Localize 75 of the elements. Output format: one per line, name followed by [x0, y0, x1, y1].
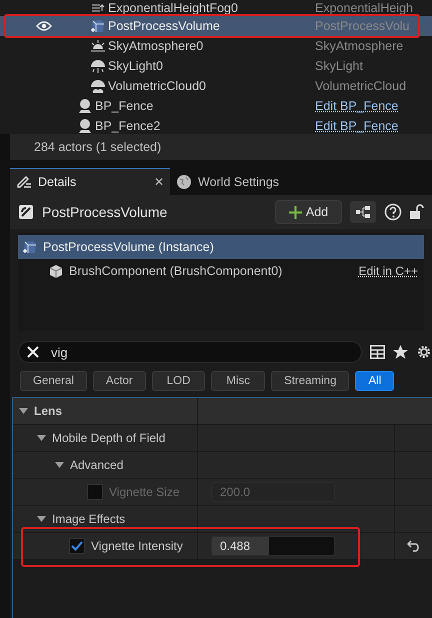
expand-arrow-icon[interactable] — [55, 462, 64, 468]
actor-type: VolumetricCloud — [315, 79, 406, 93]
add-button[interactable]: Add — [275, 200, 342, 224]
table-icon[interactable] — [370, 345, 385, 359]
sun-icon — [90, 38, 106, 54]
actor-type: PostProcessVolu — [315, 19, 410, 33]
globe-icon — [176, 174, 192, 190]
group-label: Mobile Depth of Field — [52, 431, 166, 445]
star-icon[interactable] — [393, 344, 408, 360]
actor-name: SkyAtmosphere0 — [108, 39, 204, 53]
actor-type: SkyLight — [315, 59, 363, 73]
outliner-row[interactable]: SkyLight0 SkyLight — [0, 56, 432, 76]
property-label: Vignette Intensity — [91, 539, 183, 553]
help-icon[interactable] — [384, 203, 402, 221]
actor-icon — [18, 204, 34, 220]
checkbox[interactable] — [69, 538, 85, 554]
filter-button[interactable]: General — [20, 371, 87, 391]
actor-name: SkyLight0 — [108, 59, 164, 73]
actor-type: ExponentialHeigh — [315, 1, 413, 15]
outliner-row[interactable]: PostProcessVolume PostProcessVolu — [0, 16, 432, 36]
settings-icon[interactable] — [416, 344, 432, 360]
group-label: Image Effects — [52, 512, 126, 526]
pencil-icon — [16, 175, 32, 189]
panel-tab[interactable]: Details ✕ — [10, 168, 170, 195]
cube-icon — [90, 18, 106, 34]
outliner-row[interactable]: BP_Fence Edit BP_Fence — [0, 96, 432, 116]
expand-arrow-icon[interactable] — [19, 408, 28, 414]
property-label: Vignette Size — [109, 485, 180, 499]
fog-icon — [91, 4, 105, 12]
hierarchy-icon — [356, 206, 370, 218]
actor-name: VolumetricCloud0 — [108, 79, 207, 93]
actor-name: BP_Fence — [95, 99, 154, 113]
plus-icon — [288, 206, 302, 218]
number-value: 0.488 — [219, 539, 250, 553]
actor-type: SkyAtmosphere — [315, 39, 404, 53]
hierarchy-button[interactable] — [350, 201, 376, 223]
actor-name: ExponentialHeightFog0 — [108, 1, 239, 15]
actor-title: PostProcessVolume — [42, 204, 168, 220]
filter-button[interactable]: Actor — [92, 371, 146, 391]
edit-blueprint-link[interactable]: Edit BP_Fence — [315, 119, 398, 133]
eye-icon[interactable] — [36, 21, 52, 31]
outliner-row[interactable]: BP_Fence2 Edit BP_Fence — [0, 116, 432, 134]
edit-link[interactable]: Edit in C++ — [358, 264, 418, 278]
component-row[interactable]: BrushComponent (BrushComponent0) Edit in C++ — [18, 259, 424, 283]
filter-button[interactable]: LOD — [152, 371, 206, 391]
search-input[interactable]: vig — [49, 344, 249, 360]
unlocked-padlock-icon[interactable] — [410, 204, 424, 220]
group-label: Advanced — [70, 458, 124, 472]
box-icon — [48, 263, 64, 279]
outliner-row[interactable]: SkyAtmosphere0 SkyAtmosphere — [0, 36, 432, 56]
number-value: 200.0 — [219, 485, 250, 499]
filter-button[interactable]: All — [355, 371, 394, 391]
cloud-icon — [90, 78, 106, 94]
component-row[interactable]: PostProcessVolume (Instance) — [18, 235, 424, 259]
filter-button[interactable]: Streaming — [271, 371, 350, 391]
pawn-icon — [76, 117, 94, 134]
outliner-row[interactable]: VolumetricCloud0 VolumetricCloud — [0, 76, 432, 96]
expand-arrow-icon[interactable] — [37, 516, 46, 522]
outliner-row[interactable]: ExponentialHeightFog0 ExponentialHeigh — [0, 0, 432, 16]
number-field[interactable]: 0.488 — [211, 536, 335, 556]
dome-light-icon — [90, 58, 106, 74]
filter-button[interactable]: Misc — [211, 371, 266, 391]
cube-icon — [22, 239, 38, 255]
pawn-icon — [76, 97, 94, 115]
actor-count: 284 actors (1 selected) — [10, 134, 432, 160]
close-icon[interactable]: ✕ — [154, 175, 164, 189]
clear-icon[interactable] — [27, 346, 39, 358]
reset-icon[interactable] — [406, 540, 420, 552]
actor-name: BP_Fence2 — [95, 119, 162, 133]
expand-arrow-icon[interactable] — [37, 435, 46, 441]
panel-tab[interactable]: World Settings — [170, 168, 300, 195]
search-field[interactable]: vig — [18, 341, 362, 363]
edit-blueprint-link[interactable]: Edit BP_Fence — [315, 99, 398, 113]
actor-name: PostProcessVolume — [108, 19, 221, 33]
category-label: Lens — [34, 404, 62, 418]
